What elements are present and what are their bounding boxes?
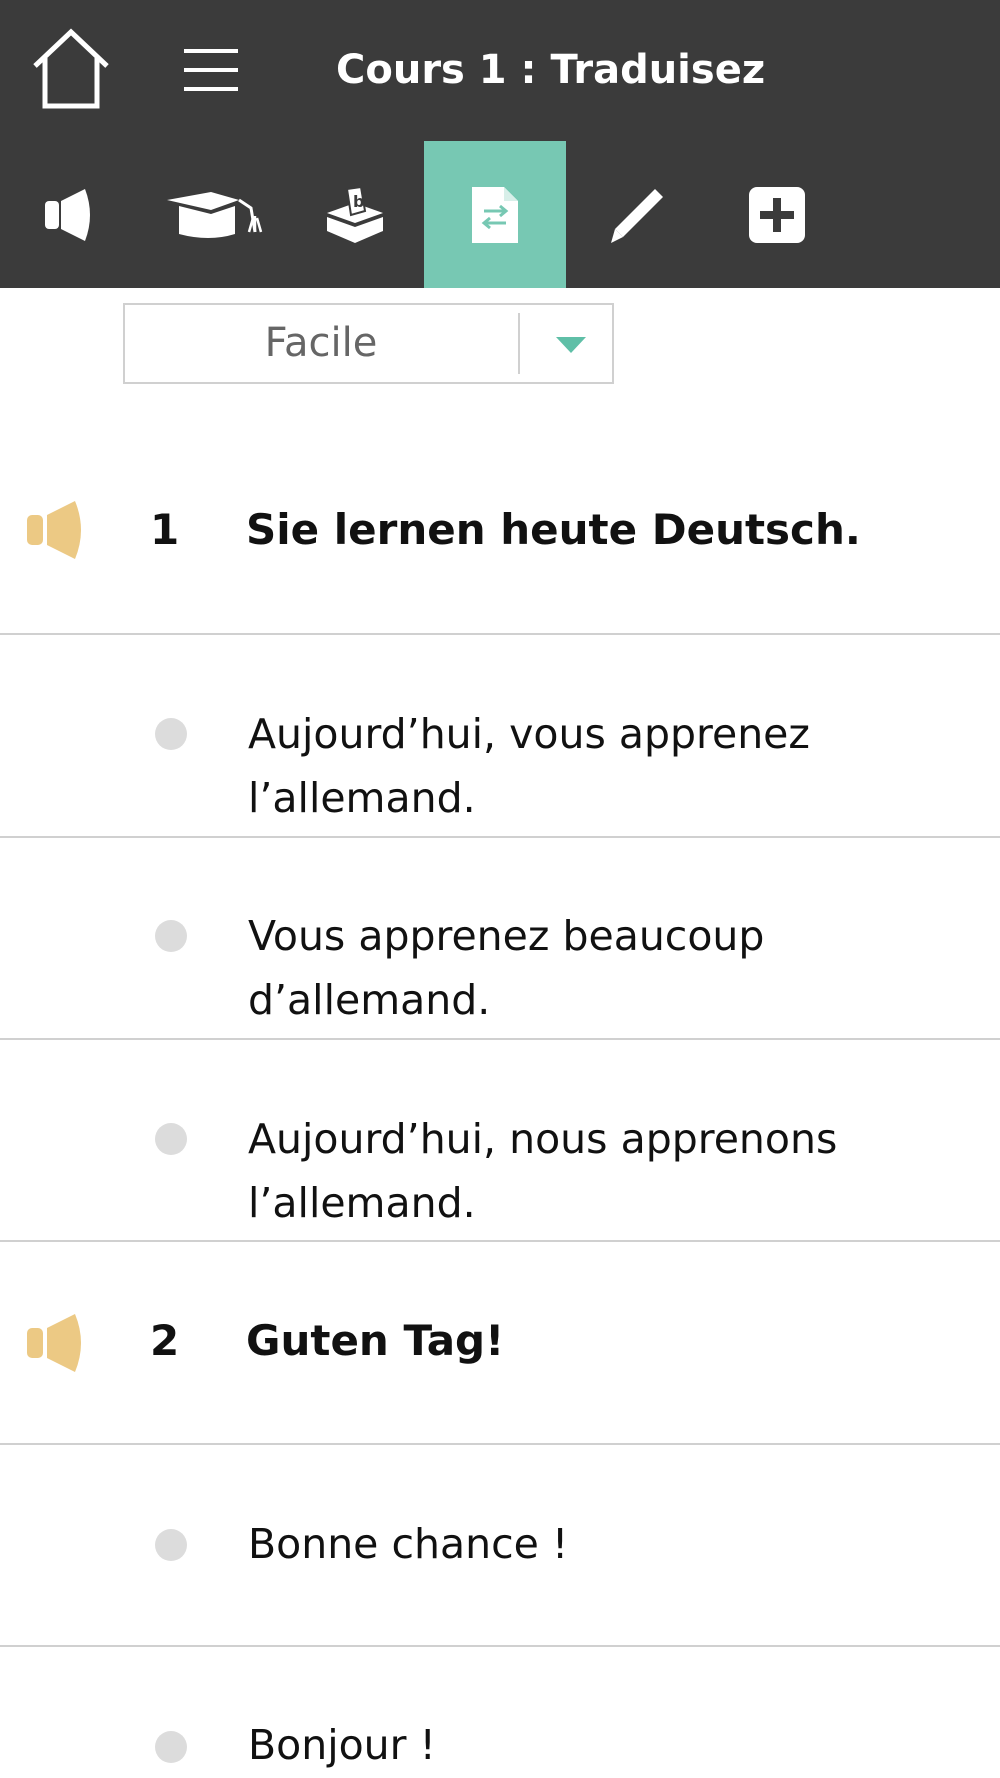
answer-option[interactable]: Vous apprenez beaucoup d’allemand.	[0, 838, 1000, 1040]
radio-button[interactable]	[155, 920, 187, 952]
answer-text: Aujourd’hui, nous apprenons l’allemand.	[248, 1115, 838, 1227]
answer-option[interactable]: Bonjour !	[0, 1647, 1000, 1778]
answer-option[interactable]: Aujourd’hui, nous apprenons l’allemand.	[0, 1040, 1000, 1242]
difficulty-select[interactable]: Facile	[123, 303, 614, 384]
app-header: Cours 1 : Traduisez b	[0, 0, 1000, 288]
radio-button[interactable]	[155, 1731, 187, 1763]
chevron-down-icon[interactable]	[556, 337, 586, 353]
hamburger-menu-icon	[184, 49, 238, 91]
home-button[interactable]	[29, 28, 113, 112]
exercise-sentence: Sie lernen heute Deutsch.	[246, 505, 861, 554]
difficulty-value: Facile	[264, 320, 378, 366]
exercise-number: 1	[150, 505, 180, 554]
answer-text: Aujourd’hui, vous apprenez l’allemand.	[248, 710, 810, 822]
page-title: Cours 1 : Traduisez	[336, 47, 766, 93]
answer-text: Bonne chance !	[248, 1520, 569, 1568]
graduation-cap-icon	[167, 191, 263, 238]
pencil-icon	[611, 188, 663, 243]
radio-button[interactable]	[155, 1123, 187, 1155]
answer-option[interactable]: Bonne chance !	[0, 1445, 1000, 1647]
answer-text: Bonjour !	[248, 1721, 436, 1769]
translate-document-icon	[472, 186, 518, 243]
tab-write[interactable]	[566, 141, 708, 288]
tab-add[interactable]	[706, 141, 848, 288]
tab-lesson[interactable]	[142, 141, 284, 288]
answer-text: Vous apprenez beaucoup d’allemand.	[248, 912, 765, 1024]
exercise-row-1: 1 Sie lernen heute Deutsch.	[0, 429, 1000, 635]
ballot-box-icon: b	[327, 185, 383, 243]
tab-bar: b	[0, 141, 1000, 288]
radio-button[interactable]	[155, 1529, 187, 1561]
tab-vote[interactable]: b	[284, 141, 426, 288]
speaker-icon[interactable]	[25, 495, 95, 565]
plus-square-icon	[749, 186, 805, 243]
exercise-number: 2	[150, 1316, 180, 1365]
speaker-icon[interactable]	[25, 1308, 95, 1378]
tab-translate[interactable]	[424, 141, 566, 288]
speaker-icon	[45, 188, 90, 241]
exercise-row-2: 2 Guten Tag!	[0, 1242, 1000, 1445]
tab-listen[interactable]	[0, 141, 142, 288]
exercise-sentence: Guten Tag!	[246, 1316, 505, 1365]
radio-button[interactable]	[155, 718, 187, 750]
home-icon	[33, 28, 109, 109]
answer-option[interactable]: Aujourd’hui, vous apprenez l’allemand.	[0, 635, 1000, 838]
menu-button[interactable]	[180, 42, 242, 98]
svg-text:b: b	[353, 192, 364, 211]
select-divider	[518, 313, 520, 374]
